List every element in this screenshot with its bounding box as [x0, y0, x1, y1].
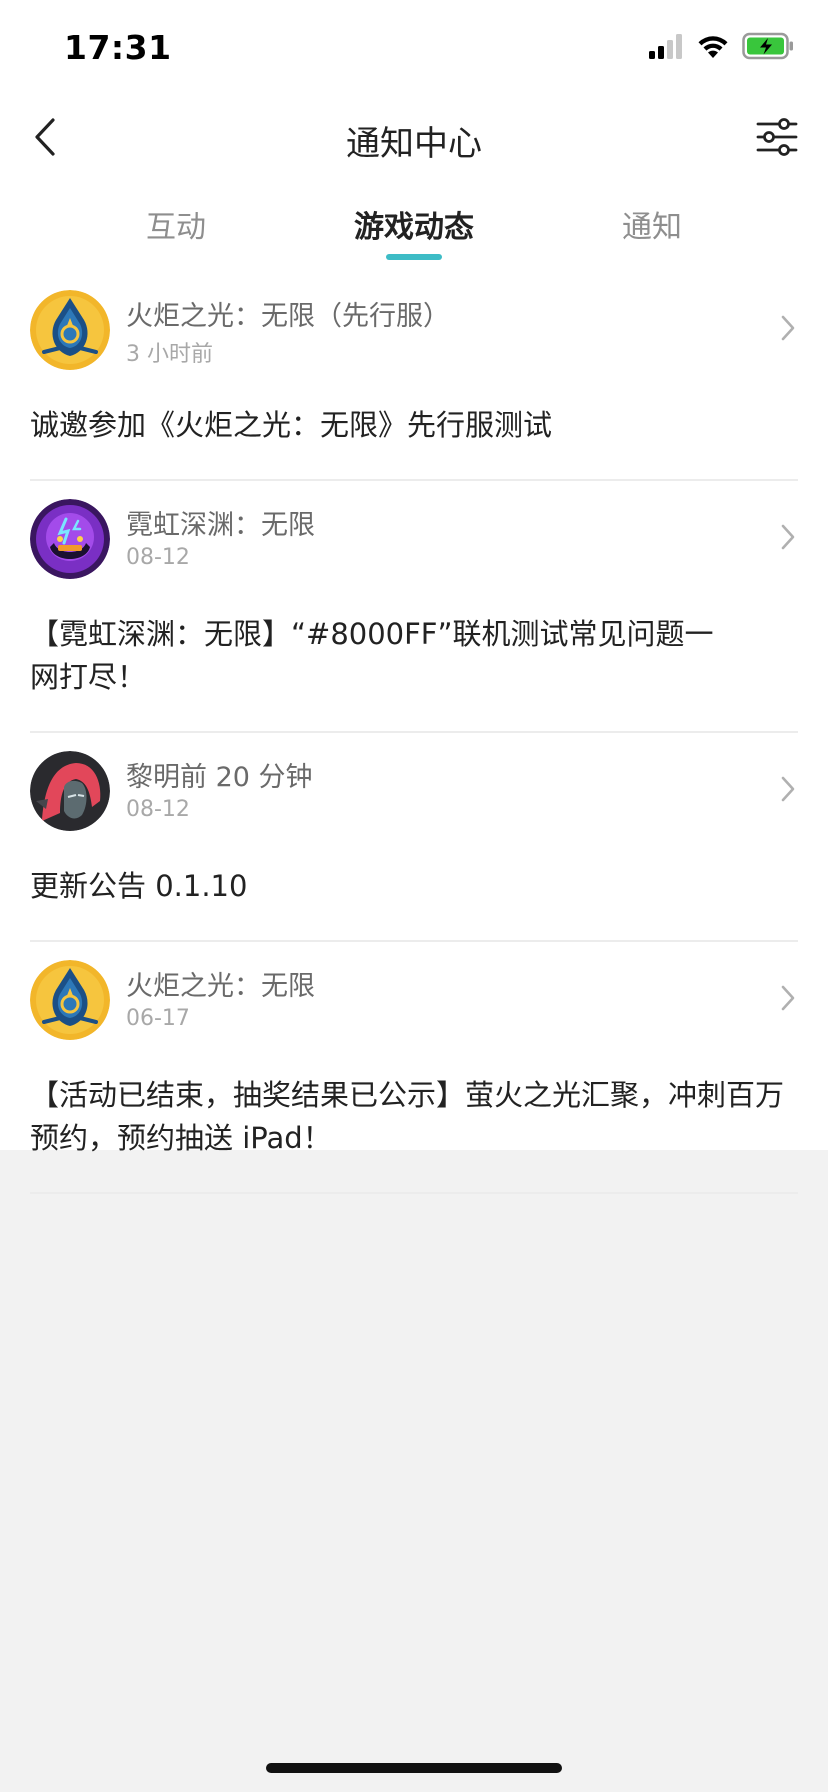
neon-abyss-logo-icon: [30, 499, 110, 579]
item-source-name: 霓虹深渊：无限: [126, 510, 315, 541]
item-header: 黎明前 20 分钟 08-12: [30, 733, 798, 855]
item-text: 更新公告 0.1.10: [30, 869, 248, 903]
list-item[interactable]: 火炬之光：无限（先行服） 3 小时前 诚邀参加《火炬之光：无限》先行服测试: [30, 272, 798, 481]
list-item[interactable]: 火炬之光：无限 06-17 【活动已结束，抽奖结果已公示】萤火之光汇聚，冲刺百万…: [30, 942, 798, 1194]
tab-notifications[interactable]: 通知: [602, 202, 702, 246]
nav-header: 通知中心: [0, 100, 828, 182]
chevron-right-icon: [778, 775, 798, 803]
item-time: 08-12: [126, 545, 190, 570]
filter-button[interactable]: [754, 116, 800, 162]
tab-game-news[interactable]: 游戏动态: [344, 202, 484, 246]
item-text: 诚邀参加《火炬之光：无限》先行服测试: [30, 408, 553, 442]
red-hair-character-icon: [30, 751, 110, 831]
wifi-icon: [696, 33, 730, 63]
item-source-name: 火炬之光：无限（先行服）: [126, 301, 450, 332]
chevron-right-icon: [778, 314, 798, 342]
tab-bar: 互动 游戏动态 通知: [0, 196, 828, 266]
list-item[interactable]: 霓虹深渊：无限 08-12 【霓虹深渊：无限】“#8000FF”联机测试常见问题…: [30, 481, 798, 733]
battery-charging-icon: [742, 32, 794, 64]
list-item[interactable]: 黎明前 20 分钟 08-12 更新公告 0.1.10: [30, 733, 798, 942]
item-time: 06-17: [126, 1006, 190, 1031]
status-time: 17:31: [64, 28, 172, 67]
torchlight-logo-icon: [30, 290, 110, 370]
home-indicator[interactable]: [266, 1763, 562, 1773]
item-time: 08-12: [126, 797, 190, 822]
item-header: 火炬之光：无限 06-17: [30, 942, 798, 1064]
page-title: 通知中心: [346, 124, 482, 164]
item-header: 火炬之光：无限（先行服） 3 小时前: [30, 272, 798, 394]
item-time: 3 小时前: [126, 342, 213, 367]
status-bar: 17:31: [0, 0, 828, 100]
status-icons: [648, 32, 794, 64]
torchlight-logo-icon: [30, 960, 110, 1040]
item-header: 霓虹深渊：无限 08-12: [30, 481, 798, 603]
notification-feed: 火炬之光：无限（先行服） 3 小时前 诚邀参加《火炬之光：无限》先行服测试 霓虹…: [0, 272, 828, 1194]
item-source-name: 火炬之光：无限: [126, 971, 315, 1002]
active-tab-indicator: [386, 254, 442, 260]
item-text: 【活动已结束，抽奖结果已公示】萤火之光汇聚，冲刺百万预约，预约抽送 iPad！: [30, 1078, 785, 1155]
content-area: 17:31 通知中心 互动 游戏动态 通知 火炬之光：无限（先行服） 3 小时前…: [0, 0, 828, 1194]
tab-interaction[interactable]: 互动: [126, 202, 226, 246]
item-source-name: 黎明前 20 分钟: [126, 762, 313, 793]
chevron-right-icon: [778, 523, 798, 551]
filter-sliders-icon: [756, 116, 798, 162]
chevron-right-icon: [778, 984, 798, 1012]
cellular-signal-icon: [648, 33, 684, 63]
item-text: 【霓虹深渊：无限】“#8000FF”联机测试常见问题一网打尽！: [30, 617, 714, 694]
